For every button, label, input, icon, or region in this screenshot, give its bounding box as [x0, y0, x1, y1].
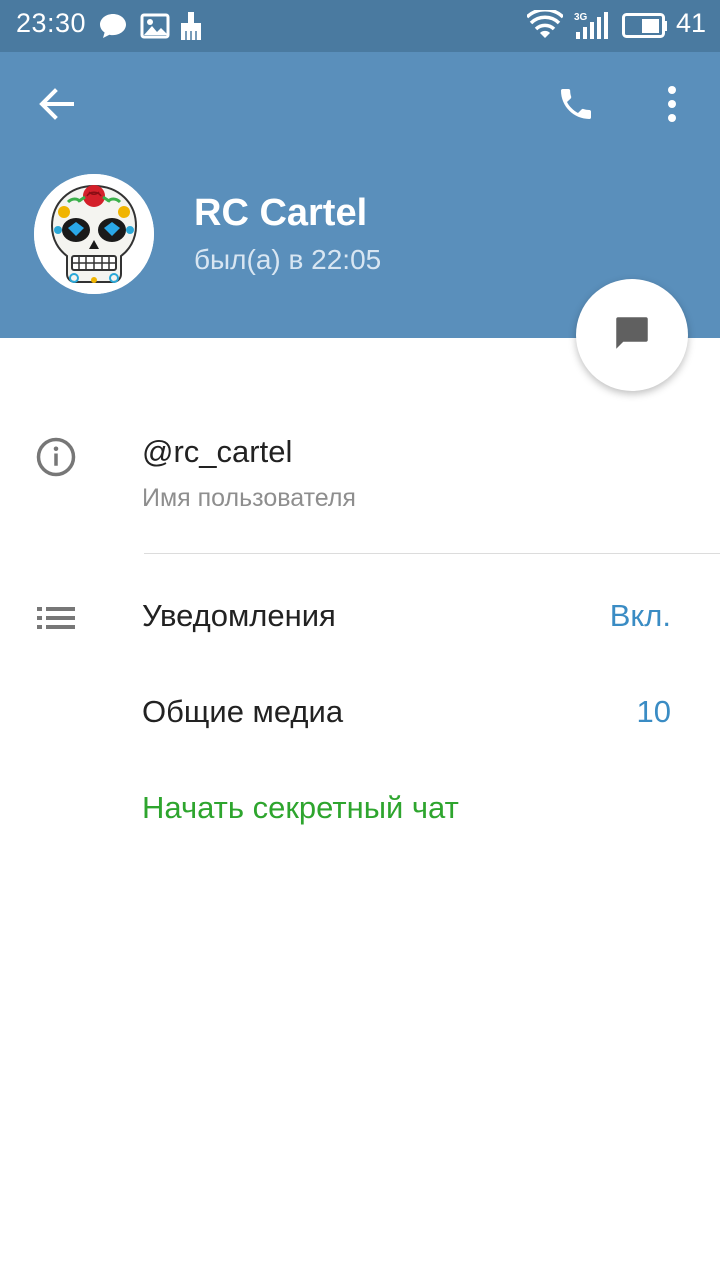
- more-options-button[interactable]: [646, 78, 698, 134]
- call-button[interactable]: [544, 78, 608, 134]
- list-icon: [36, 604, 76, 632]
- username-value: @rc_cartel: [142, 434, 293, 469]
- avatar[interactable]: [34, 174, 154, 294]
- signal-icon: 3G: [574, 10, 614, 45]
- divider: [144, 553, 720, 554]
- notifications-value: Вкл.: [609, 598, 671, 633]
- battery-level: 41: [675, 8, 706, 38]
- send-message-button[interactable]: [576, 279, 688, 391]
- status-bar: 23:30 3G 41: [0, 0, 720, 52]
- start-secret-chat-row[interactable]: Начать секретный чат: [0, 768, 720, 852]
- shared-media-label: Общие медиа: [142, 694, 344, 729]
- start-secret-chat-label: Начать секретный чат: [142, 790, 459, 825]
- shared-media-row[interactable]: Общие медиа 10: [0, 672, 720, 756]
- wifi-icon: [525, 8, 565, 45]
- battery-icon: [622, 13, 668, 44]
- status-time: 23:30: [16, 8, 87, 38]
- last-seen-status: был(а) в 22:05: [194, 244, 382, 275]
- broom-icon: [178, 11, 204, 46]
- phone-icon: [556, 84, 596, 129]
- username-caption: Имя пользователя: [142, 484, 356, 512]
- sugar-skull-avatar: [34, 174, 154, 294]
- message-icon: [611, 312, 653, 359]
- shared-media-count: 10: [636, 694, 671, 729]
- back-arrow-icon: [38, 87, 74, 125]
- back-button[interactable]: [22, 80, 90, 132]
- svg-text:3G: 3G: [574, 12, 588, 23]
- more-vert-icon: [666, 85, 678, 127]
- notifications-row[interactable]: Уведомления Вкл.: [0, 576, 720, 660]
- info-icon: [34, 435, 78, 479]
- chat-bubble-icon: [98, 11, 128, 46]
- image-icon: [140, 11, 170, 46]
- notifications-label: Уведомления: [142, 598, 336, 633]
- profile-name: RC Cartel: [194, 192, 368, 234]
